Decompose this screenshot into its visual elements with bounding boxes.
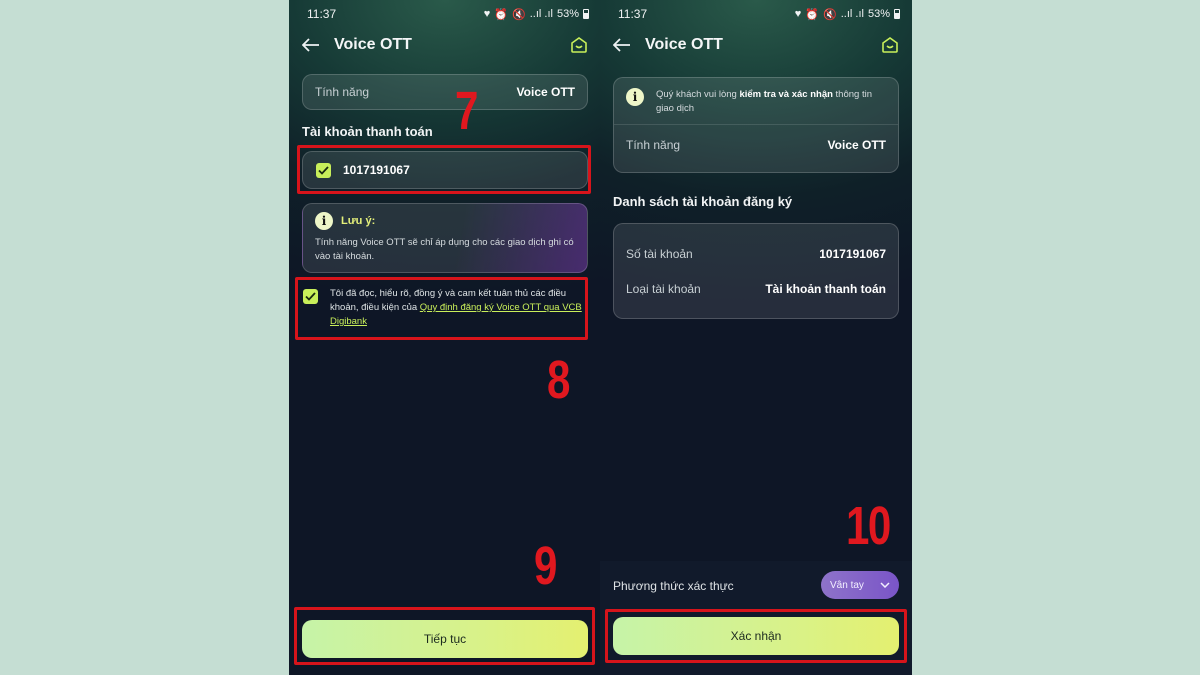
battery-percent: 53%: [556, 8, 579, 20]
feature-label: Tính năng: [626, 138, 681, 152]
status-bar: 11:37 ♥ ⏰ 🔇 ..ıl .ıl 53%: [307, 6, 589, 22]
feature-label: Tính năng: [315, 85, 370, 99]
battery-icon: [583, 9, 589, 19]
highlight-confirm: [605, 609, 907, 663]
mute-icon: 🔇: [823, 8, 837, 21]
step-number-7: 7: [455, 81, 478, 141]
info-icon: i: [626, 88, 644, 106]
page-title: Voice OTT: [334, 36, 412, 53]
highlight-continue: [294, 607, 595, 665]
account-no-label: Số tài khoản: [626, 247, 693, 261]
feature-row: Tính năng Voice OTT: [302, 74, 588, 110]
header: Voice OTT: [600, 30, 912, 60]
account-no-value: 1017191067: [819, 247, 886, 261]
status-icons: ♥ ⏰ 🔇 ..ıl .ıl 53%: [484, 8, 589, 21]
signal-icon: ..ıl .ıl: [840, 8, 864, 20]
list-section-title: Danh sách tài khoản đăng ký: [613, 194, 793, 209]
account-no-row: Số tài khoản 1017191067: [626, 224, 886, 284]
highlight-account: [297, 145, 591, 194]
info-icon: i: [315, 212, 333, 230]
notice-bold: kiểm tra và xác nhận: [739, 89, 833, 100]
note-card: i Lưu ý: Tính năng Voice OTT sẽ chỉ áp d…: [302, 203, 588, 273]
status-time: 11:37: [307, 7, 337, 21]
status-icons: ♥ ⏰ 🔇 ..ıl .ıl 53%: [795, 8, 900, 21]
account-type-value: Tài khoản thanh toán: [765, 282, 886, 296]
right-screen: 11:37 ♥ ⏰ 🔇 ..ıl .ıl 53% Voice OTT i Quý…: [600, 0, 912, 675]
page-title: Voice OTT: [645, 36, 723, 53]
heart-icon: ♥: [483, 8, 491, 20]
heart-icon: ♥: [794, 8, 802, 20]
step-number-10: 10: [846, 496, 891, 556]
mute-icon: 🔇: [512, 8, 526, 21]
alarm-icon: ⏰: [494, 8, 509, 21]
auth-method-label: Phương thức xác thực: [613, 579, 734, 593]
step-number-9: 9: [534, 536, 557, 596]
note-body: Tính năng Voice OTT sẽ chỉ áp dụng cho c…: [315, 237, 574, 262]
account-type-label: Loại tài khoản: [626, 282, 701, 296]
auth-method-dropdown[interactable]: Vân tay: [821, 571, 899, 599]
notice-text: Quý khách vui lòng kiểm tra và xác nhận …: [656, 88, 886, 116]
battery-icon: [894, 9, 900, 19]
confirm-notice: i Quý khách vui lòng kiểm tra và xác nhậ…: [614, 78, 898, 125]
highlight-terms: [295, 277, 588, 340]
home-icon[interactable]: [880, 35, 900, 55]
step-number-8: 8: [547, 350, 570, 410]
alarm-icon: ⏰: [805, 8, 820, 21]
status-time: 11:37: [618, 7, 648, 21]
account-list-card: Số tài khoản 1017191067 Loại tài khoản T…: [613, 223, 899, 319]
battery-percent: 53%: [867, 8, 890, 20]
header: Voice OTT: [289, 30, 601, 60]
feature-value: Voice OTT: [516, 85, 575, 99]
chevron-down-icon: [880, 580, 890, 591]
home-icon[interactable]: [569, 35, 589, 55]
back-arrow-icon[interactable]: [612, 35, 632, 55]
status-bar: 11:37 ♥ ⏰ 🔇 ..ıl .ıl 53%: [618, 6, 900, 22]
feature-row: Tính năng Voice OTT: [614, 125, 898, 152]
signal-icon: ..ıl .ıl: [529, 8, 553, 20]
account-type-row: Loại tài khoản Tài khoản thanh toán: [626, 282, 886, 296]
back-arrow-icon[interactable]: [301, 35, 321, 55]
feature-value: Voice OTT: [827, 138, 886, 152]
note-title: Lưu ý:: [341, 215, 376, 227]
confirm-card: i Quý khách vui lòng kiểm tra và xác nhậ…: [613, 77, 899, 173]
account-section-title: Tài khoản thanh toán: [302, 124, 433, 139]
notice-prefix: Quý khách vui lòng: [656, 89, 740, 100]
auth-method-value: Vân tay: [830, 579, 864, 591]
